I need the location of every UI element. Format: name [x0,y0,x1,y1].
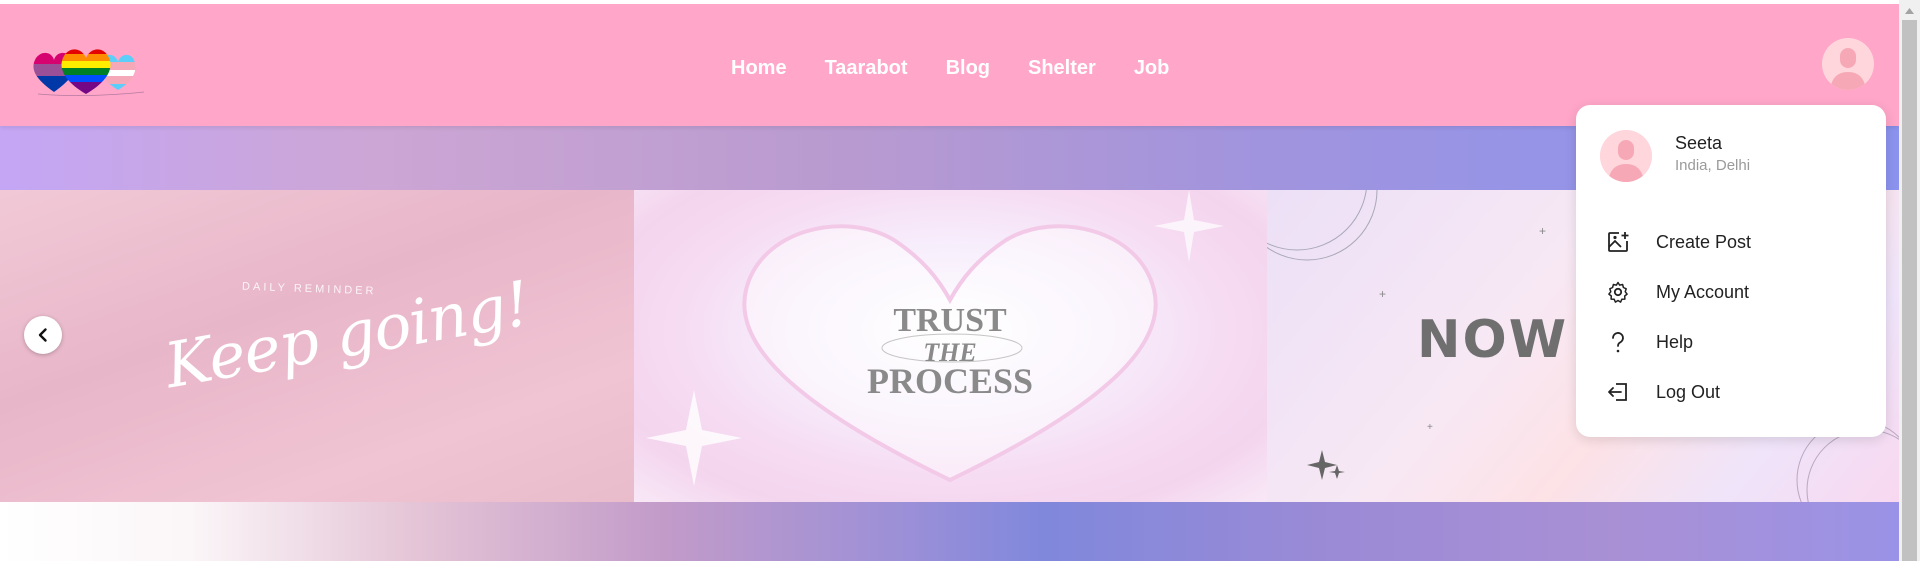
menu-item-create-post[interactable]: Create Post [1576,222,1886,262]
menu-item-label: Log Out [1656,382,1721,402]
slide-text-process: PROCESS [866,361,1034,401]
chevron-left-icon [38,328,47,342]
main-nav: Home Taarabot Blog Shelter Job [731,56,1207,80]
image-add-icon [1608,232,1629,252]
question-icon [1612,332,1624,353]
profile-avatar-button[interactable] [1822,38,1874,90]
nav-taarabot[interactable]: Taarabot [825,56,908,80]
nav-blog[interactable]: Blog [946,56,990,80]
page: Home Taarabot Blog Shelter Job DAILY REM… [0,0,1899,561]
nav-home[interactable]: Home [731,56,787,80]
pride-hearts-logo[interactable] [28,42,148,98]
user-avatar-icon [1822,38,1874,90]
menu-item-label: Help [1656,332,1694,352]
menu-item-my-account[interactable]: My Account [1576,272,1886,312]
user-avatar-icon [1600,130,1652,182]
vertical-scrollbar[interactable] [1899,0,1920,561]
gradient-band-bottom [0,502,1899,561]
logout-icon [1608,383,1627,401]
carousel-slide-trust-process[interactable]: TRUST THE PROCESS [634,190,1267,502]
svg-text:+: + [1427,422,1433,433]
nav-job[interactable]: Job [1134,56,1170,80]
slide-text-trust: TRUST [893,302,1007,339]
scroll-up-button[interactable] [1899,0,1920,21]
menu-item-log-out[interactable]: Log Out [1576,372,1886,412]
profile-dropdown-menu: Seeta India, Delhi Create Post My Accoun… [1576,105,1886,437]
svg-text:+: + [1379,287,1386,301]
carousel-prev-button[interactable] [24,316,62,354]
menu-item-help[interactable]: Help [1576,322,1886,362]
nav-shelter[interactable]: Shelter [1028,56,1096,80]
scrollbar-thumb[interactable] [1902,20,1917,561]
arrow-up-icon [1905,7,1914,14]
profile-location: India, Delhi [1675,157,1751,174]
profile-name: Seeta [1675,133,1723,153]
avatar [1600,130,1652,182]
menu-item-label: Create Post [1656,232,1752,252]
menu-item-label: My Account [1656,282,1750,302]
svg-text:+: + [1539,224,1546,238]
gear-icon [1608,281,1628,303]
carousel-slide-keep-going[interactable]: DAILY REMINDER Keep going! [0,190,634,502]
